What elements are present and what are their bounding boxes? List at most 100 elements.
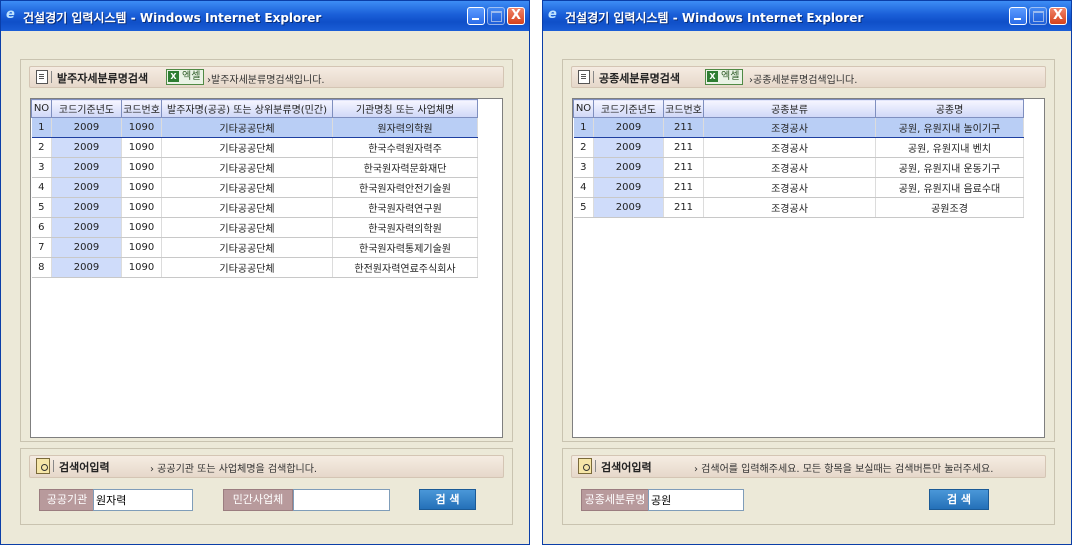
table-row[interactable]: 2 2009 1090 기타공공단체 한국수력원자력주 xyxy=(31,137,478,158)
cell-no: 7 xyxy=(31,237,52,258)
left-section-title: 발주자세분류명검색 xyxy=(57,72,149,85)
table-row[interactable]: 5 2009 211 조경공사 공원조경 xyxy=(573,197,1024,218)
cell-no: 3 xyxy=(573,157,594,178)
table-row[interactable]: 3 2009 211 조경공사 공원, 유원지내 운동기구 xyxy=(573,157,1024,178)
minimize-icon[interactable] xyxy=(1009,7,1027,25)
cell-code: 211 xyxy=(663,117,704,138)
separator xyxy=(51,71,52,83)
right-table-header-row: NO 코드기준년도 코드번호 공종분류 공종명 xyxy=(573,99,1024,118)
cell-code: 1090 xyxy=(121,197,162,218)
cell-category: 조경공사 xyxy=(703,117,876,138)
table-row[interactable]: 5 2009 1090 기타공공단체 한국원자력연구원 xyxy=(31,197,478,218)
close-icon[interactable]: X xyxy=(1049,7,1067,25)
work-type-input[interactable] xyxy=(648,489,744,511)
column-header[interactable]: 코드기준년도 xyxy=(51,99,122,118)
column-header[interactable]: 발주자명(공공) 또는 상위분류명(민간) xyxy=(161,99,333,118)
left-search-desc: › 공공기관 또는 사업체명을 검색합니다. xyxy=(150,464,318,475)
right-search-desc: › 검색어를 입력해주세요. 모든 항목을 보실때는 검색버튼만 눌러주세요. xyxy=(694,464,994,475)
public-agency-input[interactable] xyxy=(93,489,193,511)
cell-name: 공원, 유원지내 벤치 xyxy=(875,137,1024,158)
close-icon[interactable]: X xyxy=(507,7,525,25)
left-section-desc: ›발주자세분류명검색입니다. xyxy=(207,75,325,86)
search-page-icon xyxy=(578,458,592,474)
cell-name: 한국원자력통제기술원 xyxy=(332,237,478,258)
cell-no: 8 xyxy=(31,257,52,278)
table-row[interactable]: 1 2009 211 조경공사 공원, 유원지내 놀이기구 xyxy=(573,117,1024,138)
column-header[interactable]: 코드번호 xyxy=(663,99,704,118)
cell-year: 2009 xyxy=(51,117,122,138)
table-row[interactable]: 4 2009 211 조경공사 공원, 유원지내 음료수대 xyxy=(573,177,1024,198)
right-section-desc: ›공종세분류명검색입니다. xyxy=(749,75,858,86)
left-results-panel: 발주자세분류명검색 엑셀 ›발주자세분류명검색입니다. NO 코드기준년도 코드… xyxy=(20,59,513,442)
column-header[interactable]: 코드번호 xyxy=(121,99,162,118)
right-results-header: 공종세분류명검색 엑셀 ›공종세분류명검색입니다. xyxy=(571,66,1046,88)
right-window: e 건설경기 입력시스템 - Windows Internet Explorer… xyxy=(542,0,1072,545)
cell-code: 1090 xyxy=(121,117,162,138)
cell-category: 기타공공단체 xyxy=(161,117,333,138)
column-header[interactable]: 코드기준년도 xyxy=(593,99,664,118)
cell-category: 조경공사 xyxy=(703,137,876,158)
left-table-header-row: NO 코드기준년도 코드번호 발주자명(공공) 또는 상위분류명(민간) 기관명… xyxy=(31,99,478,118)
cell-code: 211 xyxy=(663,137,704,158)
cell-year: 2009 xyxy=(51,217,122,238)
cell-code: 211 xyxy=(663,197,704,218)
cell-code: 1090 xyxy=(121,237,162,258)
separator xyxy=(593,71,594,83)
table-row[interactable]: 3 2009 1090 기타공공단체 한국원자력문화재단 xyxy=(31,157,478,178)
table-row[interactable]: 6 2009 1090 기타공공단체 한국원자력의학원 xyxy=(31,217,478,238)
left-results-header: 발주자세분류명검색 엑셀 ›발주자세분류명검색입니다. xyxy=(29,66,504,88)
right-window-title: 건설경기 입력시스템 - Windows Internet Explorer xyxy=(565,11,864,25)
right-section-title: 공종세분류명검색 xyxy=(599,72,680,85)
column-header[interactable]: NO xyxy=(31,99,52,118)
column-header[interactable]: 기관명칭 또는 사업체명 xyxy=(332,99,478,118)
cell-year: 2009 xyxy=(51,157,122,178)
table-row[interactable]: 2 2009 211 조경공사 공원, 유원지내 벤치 xyxy=(573,137,1024,158)
cell-name: 원자력의학원 xyxy=(332,117,478,138)
minimize-icon[interactable] xyxy=(467,7,485,25)
table-row[interactable]: 1 2009 1090 기타공공단체 원자력의학원 xyxy=(31,117,478,138)
right-excel-button[interactable]: 엑셀 xyxy=(705,69,744,85)
cell-name: 한전원자력연료주식회사 xyxy=(332,257,478,278)
separator xyxy=(595,460,596,472)
column-header[interactable]: NO xyxy=(573,99,594,118)
maximize-icon xyxy=(1029,7,1047,25)
right-search-header: 검색어입력 › 검색어를 입력해주세요. 모든 항목을 보실때는 검색버튼만 눌… xyxy=(571,455,1046,478)
left-titlebar[interactable]: e 건설경기 입력시스템 - Windows Internet Explorer… xyxy=(1,1,529,31)
private-company-label: 민간사업체 xyxy=(223,489,293,511)
right-search-button[interactable]: 검 색 xyxy=(929,489,989,510)
right-search-title: 검색어입력 xyxy=(601,461,652,474)
column-header[interactable]: 공종분류 xyxy=(703,99,876,118)
table-row[interactable]: 4 2009 1090 기타공공단체 한국원자력안전기술원 xyxy=(31,177,478,198)
right-titlebar[interactable]: e 건설경기 입력시스템 - Windows Internet Explorer… xyxy=(543,1,1071,31)
private-company-input[interactable] xyxy=(293,489,390,511)
cell-name: 공원, 유원지내 운동기구 xyxy=(875,157,1024,178)
cell-no: 3 xyxy=(31,157,52,178)
cell-category: 조경공사 xyxy=(703,197,876,218)
cell-code: 211 xyxy=(663,157,704,178)
right-search-panel: 검색어입력 › 검색어를 입력해주세요. 모든 항목을 보실때는 검색버튼만 눌… xyxy=(562,448,1055,525)
left-search-panel: 검색어입력 › 공공기관 또는 사업체명을 검색합니다. 공공기관 민간사업체 … xyxy=(20,448,513,525)
left-search-header: 검색어입력 › 공공기관 또는 사업체명을 검색합니다. xyxy=(29,455,504,478)
cell-category: 기타공공단체 xyxy=(161,177,333,198)
cell-no: 6 xyxy=(31,217,52,238)
cell-name: 한국원자력안전기술원 xyxy=(332,177,478,198)
left-window-title: 건설경기 입력시스템 - Windows Internet Explorer xyxy=(23,11,322,25)
cell-name: 한국원자력의학원 xyxy=(332,217,478,238)
left-search-button[interactable]: 검 색 xyxy=(419,489,476,510)
left-results-grid: NO 코드기준년도 코드번호 발주자명(공공) 또는 상위분류명(민간) 기관명… xyxy=(30,98,503,438)
cell-name: 한국원자력문화재단 xyxy=(332,157,478,178)
cell-no: 2 xyxy=(573,137,594,158)
table-row[interactable]: 7 2009 1090 기타공공단체 한국원자력통제기술원 xyxy=(31,237,478,258)
table-row[interactable]: 8 2009 1090 기타공공단체 한전원자력연료주식회사 xyxy=(31,257,478,278)
cell-category: 기타공공단체 xyxy=(161,137,333,158)
column-header[interactable]: 공종명 xyxy=(875,99,1024,118)
page-icon xyxy=(36,70,48,84)
left-search-title: 검색어입력 xyxy=(59,461,110,474)
ie-logo-icon: e xyxy=(548,7,557,22)
cell-no: 4 xyxy=(31,177,52,198)
left-excel-button[interactable]: 엑셀 xyxy=(166,69,205,85)
ie-logo-icon: e xyxy=(6,7,15,22)
left-results-table: NO 코드기준년도 코드번호 발주자명(공공) 또는 상위분류명(민간) 기관명… xyxy=(31,99,478,278)
cell-code: 1090 xyxy=(121,257,162,278)
cell-no: 2 xyxy=(31,137,52,158)
